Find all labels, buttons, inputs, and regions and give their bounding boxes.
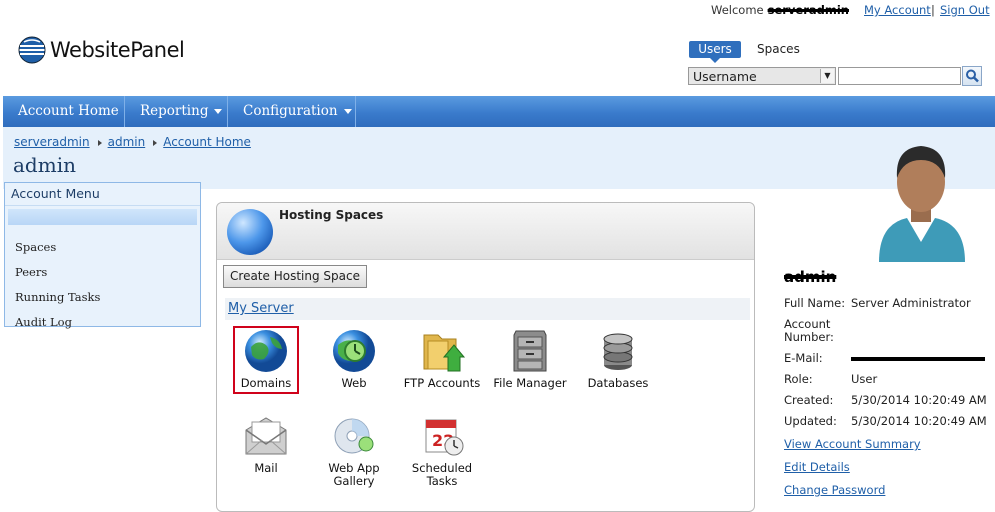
logo-globe-icon [18,36,46,64]
created-value: 5/30/2014 10:20:49 AM [851,393,987,407]
email-label: E-Mail: [784,351,823,365]
email-redacted [851,356,985,361]
page-title: admin [13,153,76,177]
file-manager-label: File Manager [493,376,567,390]
chevron-down-icon: ▼ [820,69,834,83]
main-nav: Account Home Reporting Configuration [3,96,995,127]
search-input[interactable] [838,67,961,85]
scheduled-tasks-label: Scheduled Tasks [411,461,473,488]
edit-details-link[interactable]: Edit Details [784,460,850,474]
breadcrumb-admin[interactable]: admin [108,135,146,149]
breadcrumb-account-home[interactable]: Account Home [163,135,251,149]
ftp-folder-icon [423,334,466,372]
account-menu-strip [8,209,197,225]
updated-value: 5/30/2014 10:20:49 AM [851,414,987,428]
nav-reporting[interactable]: Reporting [140,96,223,127]
create-hosting-space-button[interactable]: Create Hosting Space [223,265,367,288]
domains-tile[interactable]: Domains [226,327,306,390]
chevron-down-icon [214,109,223,114]
web-app-gallery-tile[interactable]: Web App Gallery [314,412,394,488]
logo[interactable]: WebsitePanel [18,34,185,66]
nav-account-home[interactable]: Account Home [18,96,119,127]
search-icon [966,69,979,83]
account-menu-title: Account Menu [5,183,200,206]
chevron-down-icon [343,109,352,114]
search-field-select[interactable]: Username ▼ [688,67,836,85]
top-bar: Welcome serveradmin My Account | Sign Out [0,0,995,20]
databases-tile[interactable]: Databases [578,327,658,390]
server-row: My Server [225,298,750,320]
globe-icon [245,330,287,372]
search-field-value: Username [693,69,757,84]
hosting-spaces-panel: Hosting Spaces Create Hosting Space My S… [216,202,755,512]
chevron-right-icon [97,139,102,146]
disc-icon [334,418,374,454]
web-label: Web [341,376,367,390]
account-number-label: Account Number: [784,317,834,344]
nav-configuration[interactable]: Configuration [243,96,352,127]
account-menu: Account Menu Spaces Peers Running Tasks … [4,182,201,329]
role-label: Role: [784,372,813,386]
sign-out-link[interactable]: Sign Out [940,3,990,17]
menu-item-spaces[interactable]: Spaces [5,235,200,260]
web-app-gallery-label: Web App Gallery [328,461,380,488]
full-name-label: Full Name: [784,296,846,310]
welcome-username: serveradmin [767,3,849,17]
updated-label: Updated: [784,414,837,428]
scheduled-tasks-tile[interactable]: 22 Scheduled Tasks [402,412,482,488]
panel-header: Hosting Spaces [217,203,754,260]
tab-users[interactable]: Users [689,41,741,63]
databases-label: Databases [587,376,649,390]
header-separator: | [931,3,935,17]
welcome-text: Welcome serveradmin [711,3,849,17]
panel-title: Hosting Spaces [279,208,384,222]
ftp-accounts-label: FTP Accounts [403,376,481,390]
web-tile[interactable]: Web [314,327,394,390]
chevron-right-icon [153,139,158,146]
email-value[interactable] [851,351,985,365]
database-icon [603,333,633,370]
user-name: admin [784,268,837,286]
my-account-link[interactable]: My Account [864,3,931,17]
mail-icon [245,417,287,455]
file-cabinet-icon [513,330,547,372]
menu-item-audit-log[interactable]: Audit Log [5,310,200,335]
created-label: Created: [784,393,834,407]
search-button[interactable] [962,66,982,86]
avatar [879,146,965,262]
menu-item-peers[interactable]: Peers [5,260,200,285]
breadcrumb-serveradmin[interactable]: serveradmin [14,135,90,149]
logo-text: WebsitePanel [50,38,185,62]
file-manager-tile[interactable]: File Manager [490,327,570,390]
calendar-icon: 22 [425,419,464,456]
mail-label: Mail [254,461,278,475]
globe-icon [227,209,273,255]
web-clock-icon [333,330,375,372]
full-name-value: Server Administrator [851,296,971,310]
breadcrumb: serveradmin admin Account Home [14,135,251,149]
view-account-summary-link[interactable]: View Account Summary [784,437,921,451]
menu-item-running-tasks[interactable]: Running Tasks [5,285,200,310]
role-value: User [851,372,878,386]
my-server-link[interactable]: My Server [228,301,294,316]
tab-spaces[interactable]: Spaces [757,41,800,58]
ftp-accounts-tile[interactable]: FTP Accounts [402,327,482,390]
mail-tile[interactable]: Mail [226,412,306,475]
change-password-link[interactable]: Change Password [784,483,885,497]
domains-label: Domains [240,376,292,390]
